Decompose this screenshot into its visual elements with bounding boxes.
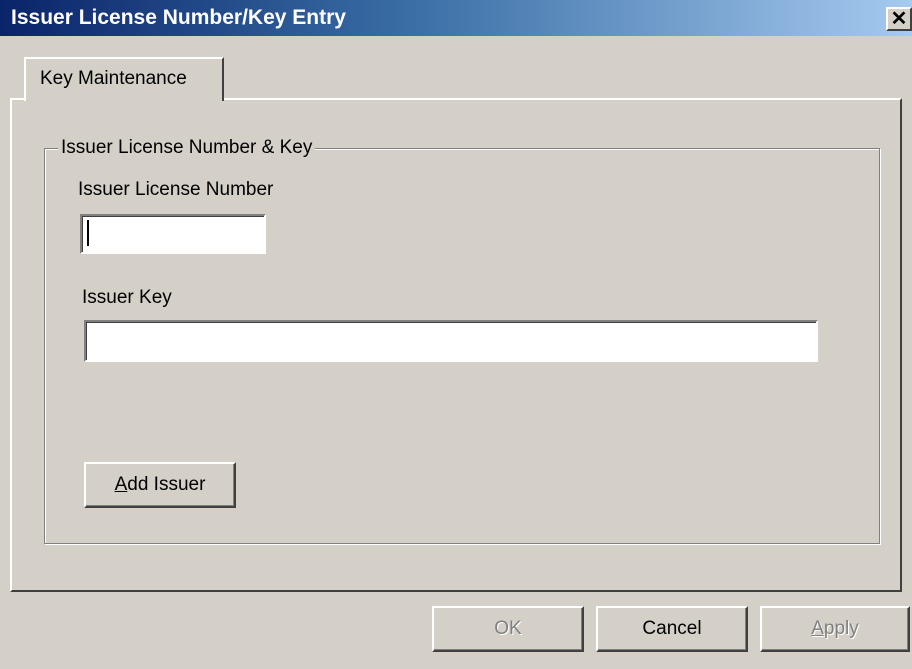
- apply-button[interactable]: Apply: [760, 606, 910, 652]
- tab-key-maintenance[interactable]: Key Maintenance: [24, 57, 224, 101]
- add-issuer-label: dd Issuer: [127, 474, 206, 495]
- license-number-label: Issuer License Number: [78, 179, 274, 200]
- window-title: Issuer License Number/Key Entry: [11, 6, 346, 29]
- title-bar[interactable]: Issuer License Number/Key Entry ✕: [0, 0, 912, 36]
- close-icon: ✕: [890, 8, 908, 30]
- add-issuer-button[interactable]: Add Issuer: [84, 462, 236, 508]
- close-button[interactable]: ✕: [886, 7, 912, 31]
- group-title: Issuer License Number & Key: [58, 136, 316, 160]
- add-issuer-mnemonic: A: [114, 474, 128, 495]
- ok-label: OK: [494, 618, 522, 639]
- apply-mnemonic: A: [811, 618, 824, 639]
- cancel-label: Cancel: [642, 618, 702, 639]
- issuer-key-label: Issuer Key: [82, 287, 172, 308]
- cancel-button[interactable]: Cancel: [596, 606, 748, 652]
- dialog-window: Issuer License Number/Key Entry ✕ Key Ma…: [0, 0, 912, 669]
- license-number-field[interactable]: [80, 214, 266, 254]
- issuer-key-field[interactable]: [84, 320, 818, 362]
- text-caret: [87, 220, 89, 246]
- ok-button[interactable]: OK: [432, 606, 584, 652]
- tab-label: Key Maintenance: [40, 68, 187, 89]
- apply-label: pply: [823, 618, 859, 639]
